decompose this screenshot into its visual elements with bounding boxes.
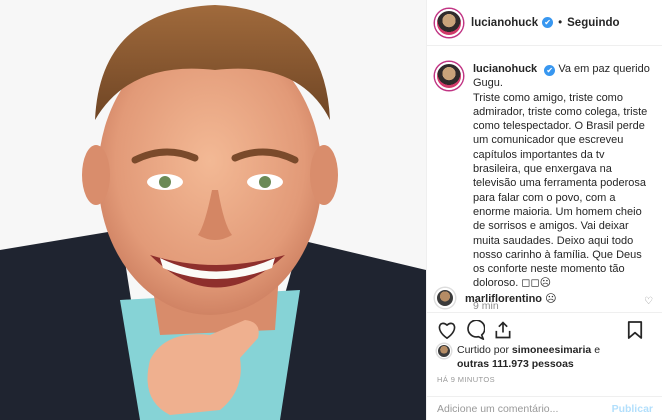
comment-text: marliflorentino ☹: [465, 292, 557, 305]
comment-like-icon[interactable]: ♡: [644, 296, 653, 307]
liker-username[interactable]: simoneesimaria: [512, 344, 591, 356]
likes-count[interactable]: outras 111.973 pessoas: [457, 358, 574, 370]
post-sidebar: lucianohuck ✔ • Seguindo lucianohuck ✔ V…: [426, 0, 662, 420]
verified-icon: ✔: [542, 17, 554, 28]
action-bar: [427, 312, 662, 346]
caption-body: Triste como amigo, triste como admirador…: [473, 91, 648, 290]
comment-input[interactable]: Adicione um comentário...: [437, 403, 612, 415]
likes-prefix: Curtido por: [457, 344, 509, 356]
commenter-avatar[interactable]: [435, 288, 455, 308]
comment-body: ☹: [545, 292, 557, 305]
bookmark-icon[interactable]: [627, 319, 655, 341]
post-caption: lucianohuck ✔ Va em paz querido Gugu. Tr…: [435, 62, 657, 313]
instagram-post: lucianohuck ✔ • Seguindo lucianohuck ✔ V…: [0, 0, 662, 420]
post-photo[interactable]: [0, 0, 426, 420]
share-icon[interactable]: [493, 319, 521, 341]
verified-icon: ✔: [544, 65, 556, 76]
add-comment-bar: Adicione um comentário... Publicar: [427, 396, 662, 420]
comment-row: marliflorentino ☹ ♡: [435, 288, 657, 308]
likes-text: Curtido por simoneesimaria e outras 111.…: [457, 343, 600, 371]
commenter-username[interactable]: marliflorentino: [465, 293, 542, 305]
author-username[interactable]: lucianohuck: [471, 17, 538, 29]
caption-username[interactable]: lucianohuck: [473, 63, 537, 75]
post-header: lucianohuck ✔ • Seguindo: [427, 0, 662, 46]
comment-icon[interactable]: [465, 319, 493, 341]
liker-avatar[interactable]: [437, 344, 451, 358]
caption-avatar[interactable]: [435, 62, 463, 90]
post-timestamp[interactable]: HÁ 9 MINUTOS: [437, 375, 495, 384]
following-button[interactable]: Seguindo: [567, 17, 619, 29]
publish-button[interactable]: Publicar: [612, 403, 653, 415]
likes-summary: Curtido por simoneesimaria e outras 111.…: [437, 343, 600, 371]
heart-icon[interactable]: [437, 319, 465, 341]
post-photo-illustration: [0, 0, 426, 420]
author-avatar[interactable]: [435, 8, 463, 37]
caption-text: lucianohuck ✔ Va em paz querido Gugu. Tr…: [473, 62, 653, 313]
header-separator: •: [558, 16, 563, 29]
likes-middle: e: [594, 344, 601, 356]
